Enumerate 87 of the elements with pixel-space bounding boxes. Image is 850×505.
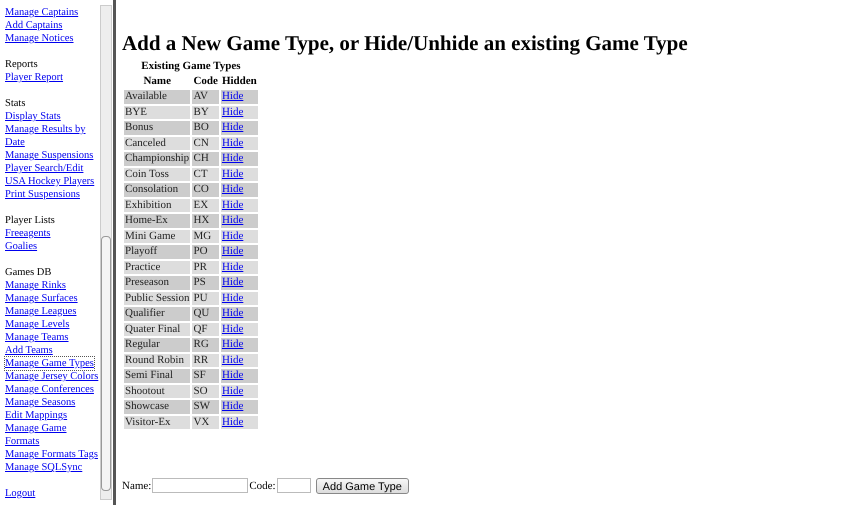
nav-link[interactable]: Freeagents <box>5 227 50 240</box>
nav-link[interactable]: USA Hockey Players <box>5 175 94 188</box>
field-label: Name: <box>122 478 152 494</box>
table-cell: BYE <box>124 106 190 119</box>
table-cell: Shootout <box>124 384 190 398</box>
table-cell: PU <box>192 292 219 305</box>
scrollbar[interactable] <box>100 5 112 500</box>
add-game-type-button[interactable]: Add Game Type <box>316 478 409 494</box>
nav-link[interactable]: Manage Surfaces <box>5 292 78 305</box>
table-cell: Consolation <box>124 183 190 196</box>
table-cell: Championship <box>124 152 190 166</box>
table-cell: HX <box>192 214 219 228</box>
field-label: Code: <box>249 478 276 494</box>
table-cell: Bonus <box>124 121 190 134</box>
nav-link[interactable]: Player Search/Edit <box>5 162 84 175</box>
table-cell: Qualifier <box>124 307 190 320</box>
table-cell: Exhibition <box>124 198 190 212</box>
table-cell: Round Robin <box>124 354 190 367</box>
nav-link[interactable]: Display Stats <box>5 110 61 123</box>
nav-link[interactable]: Manage SQLSync <box>5 461 82 474</box>
table-cell: Available <box>124 90 190 104</box>
nav-link[interactable]: Manage Formats Tags <box>5 448 98 461</box>
table-cell: SF <box>192 369 219 382</box>
table-cell: QU <box>192 307 219 320</box>
nav-link[interactable]: Manage Results by Date <box>5 123 100 149</box>
table-cell: Playoff <box>124 245 190 258</box>
column-header: Name <box>142 75 172 88</box>
table-cell: CT <box>192 168 219 181</box>
table-cell: Semi Final <box>124 369 190 382</box>
column-header: Code <box>192 75 219 88</box>
section-heading: Reports <box>5 58 39 71</box>
nav-link[interactable]: Manage Game Types <box>5 357 94 370</box>
table-cell: Regular <box>124 338 190 352</box>
nav-link[interactable]: Manage Conferences <box>5 383 94 396</box>
table-cell: PR <box>192 260 219 274</box>
table-cell: Home-Ex <box>124 214 190 228</box>
nav-link[interactable]: Manage Notices <box>5 32 74 45</box>
table-cell: VX <box>192 416 219 429</box>
table-cell: BY <box>192 106 219 119</box>
table-cell: Preseason <box>124 276 190 290</box>
table-cell: AV <box>192 90 219 104</box>
table-cell: PS <box>192 276 219 290</box>
table-cell: PO <box>192 245 219 258</box>
nav-link[interactable]: Manage Leagues <box>5 305 76 318</box>
table-cell: SW <box>192 400 219 414</box>
table-cell: Practice <box>124 260 190 274</box>
table-cell: Quater Final <box>124 322 190 336</box>
nav-link[interactable]: Player Report <box>5 71 64 84</box>
table-cell: QF <box>192 322 219 336</box>
nav-link[interactable]: Logout <box>5 487 36 500</box>
nav-link[interactable]: Manage Suspensions <box>5 149 94 162</box>
scrollbar-thumb[interactable] <box>101 236 112 491</box>
nav-link[interactable]: Add Teams <box>5 344 53 357</box>
table-cell: RR <box>192 354 219 367</box>
table-cell: BO <box>192 121 219 134</box>
table-cell: CN <box>192 136 219 150</box>
table-cell: Visitor-Ex <box>124 416 190 429</box>
nav-link[interactable]: Manage Jersey Colors <box>5 370 98 383</box>
table-caption: Existing Game Types <box>140 60 242 73</box>
nav-link[interactable]: Manage Teams <box>5 331 69 344</box>
nav-link[interactable]: Manage Seasons <box>5 396 76 409</box>
section-heading: Games DB <box>5 266 52 279</box>
nav-link[interactable]: Manage Captains <box>5 6 78 19</box>
page-heading: Add a New Game Type, or Hide/Unhide an existing Game Type <box>122 30 689 56</box>
table-cell: CH <box>192 152 219 166</box>
table-cell: EX <box>192 198 219 212</box>
nav-link[interactable]: Print Suspensions <box>5 188 80 201</box>
nav-link[interactable]: Add Captains <box>5 19 62 32</box>
nav-link[interactable]: Manage Levels <box>5 318 70 331</box>
code-field[interactable] <box>276 478 311 494</box>
nav-link[interactable]: Goalies <box>5 240 38 253</box>
column-header: Hidden <box>220 75 258 88</box>
section-heading: Stats <box>5 97 26 110</box>
table-cell: RG <box>192 338 219 352</box>
nav-link[interactable]: Manage Rinks <box>5 279 66 292</box>
section-heading: Player Lists <box>5 214 56 227</box>
table-cell: Coin Toss <box>124 168 190 181</box>
name-field[interactable] <box>152 478 248 494</box>
nav-link[interactable]: Manage Game Formats <box>5 422 100 448</box>
table-cell: Mini Game <box>124 230 190 243</box>
table-cell: Canceled <box>124 136 190 150</box>
table-cell: CO <box>192 183 219 196</box>
table-cell: SO <box>192 384 219 398</box>
nav-link[interactable]: Edit Mappings <box>5 409 68 422</box>
table-cell: Showcase <box>124 400 190 414</box>
table-cell: MG <box>192 230 219 243</box>
table-cell: Public Session <box>124 292 190 305</box>
